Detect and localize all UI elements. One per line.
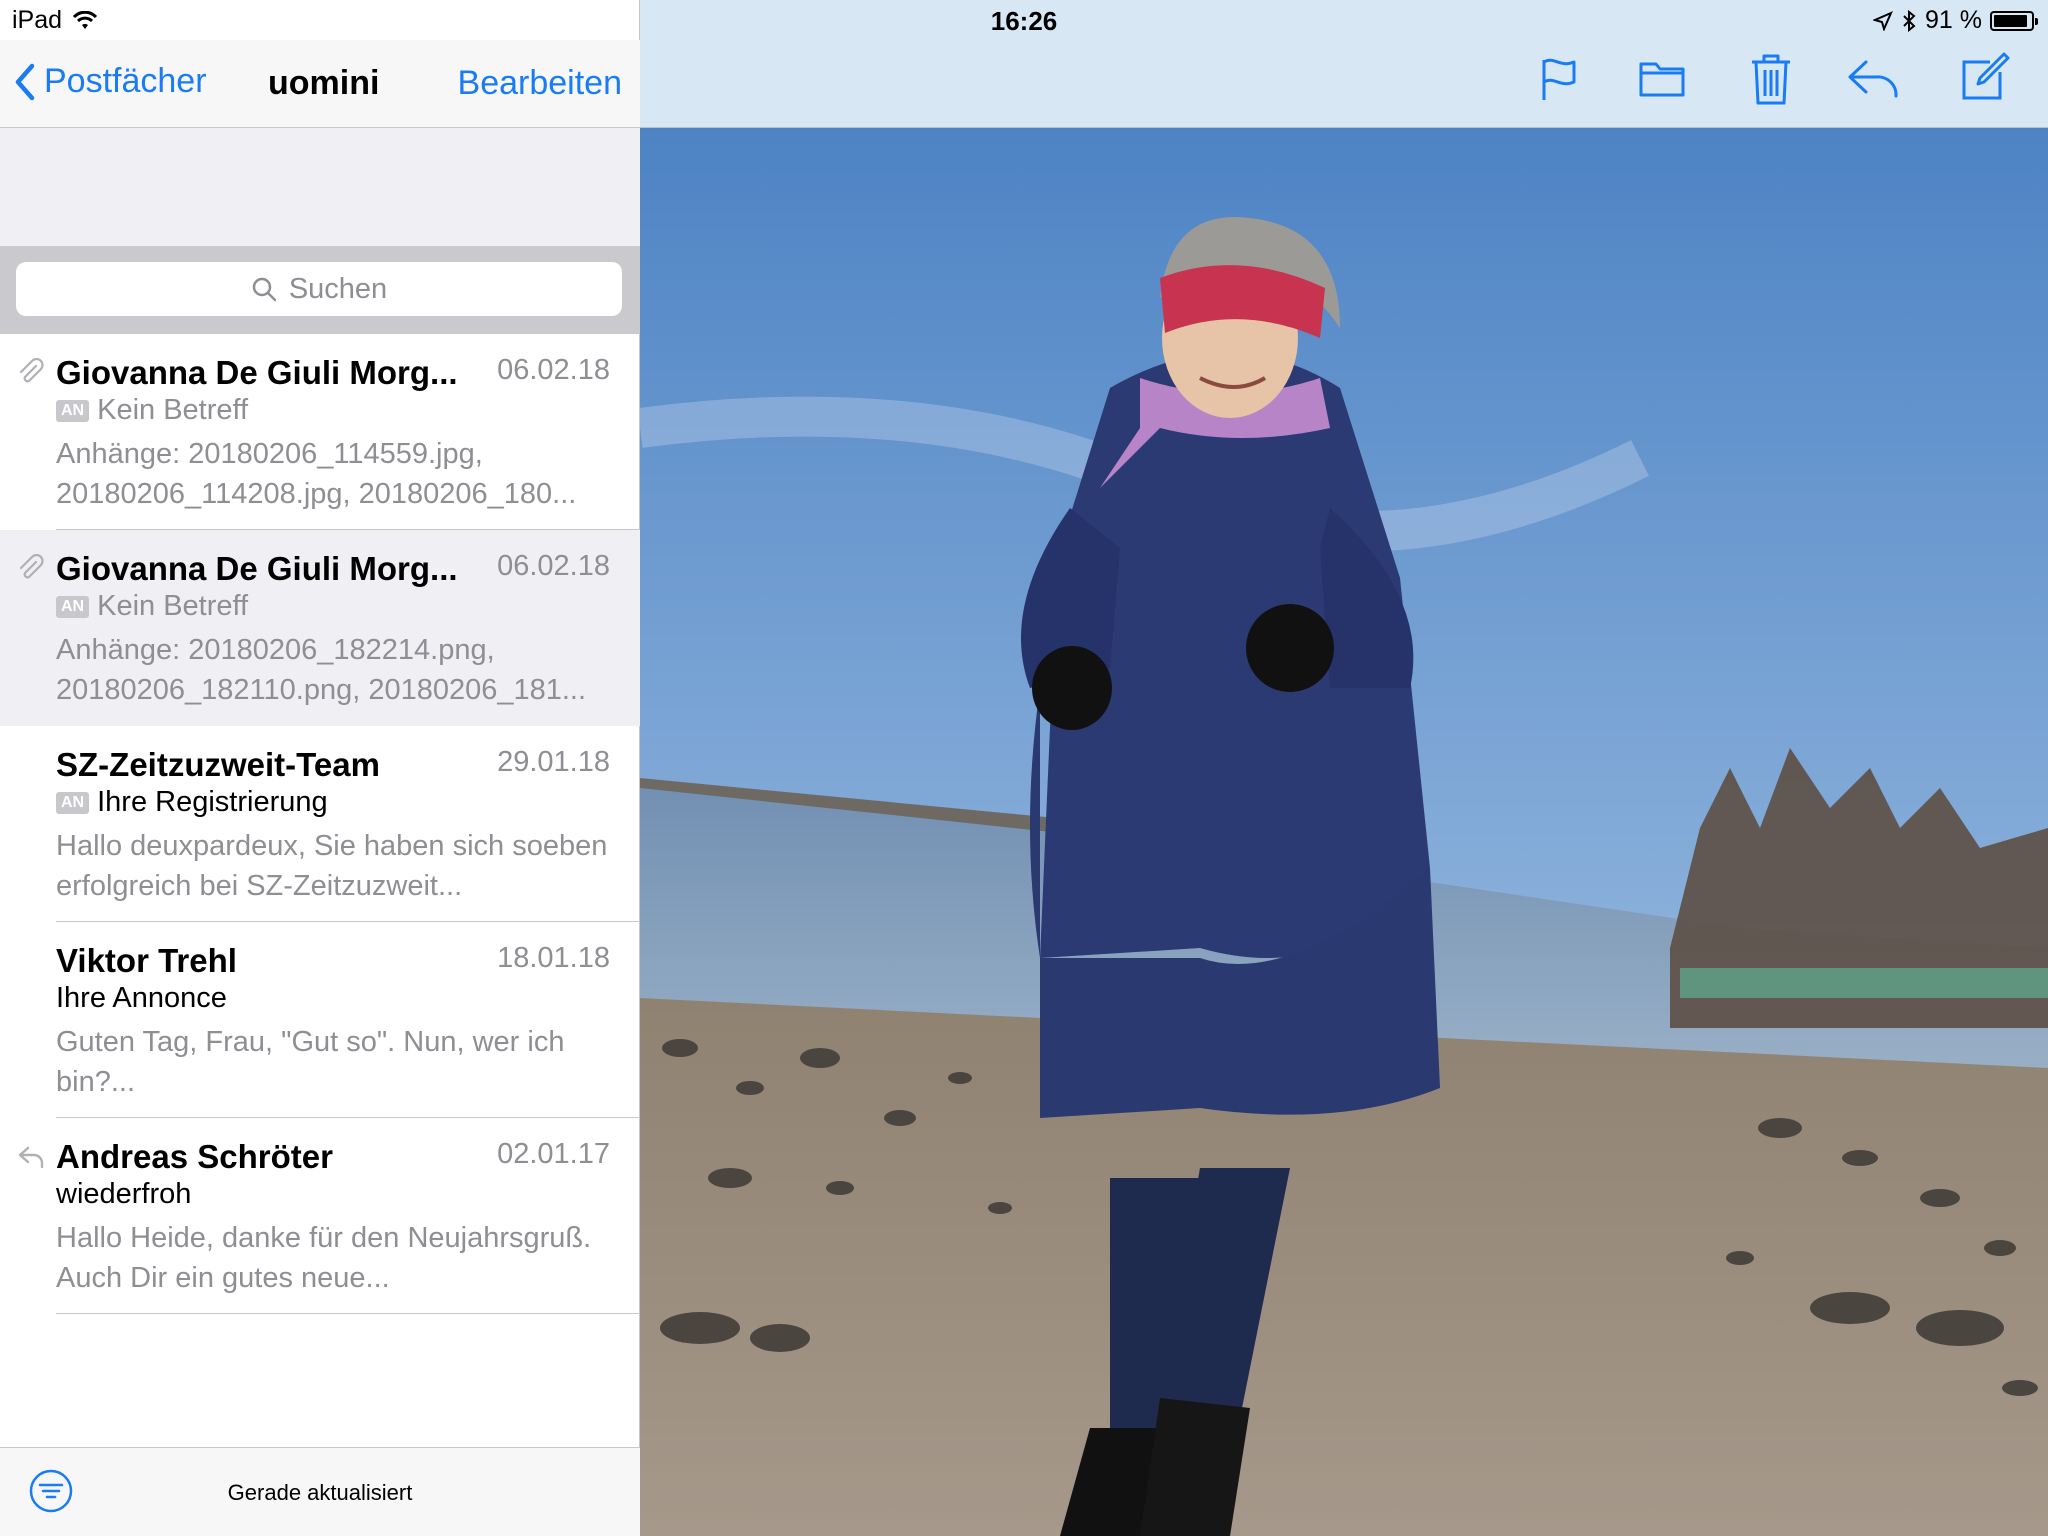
update-status: Gerade aktualisiert bbox=[227, 1480, 413, 1505]
mailbox-bottom-toolbar: Gerade aktualisiert bbox=[0, 1447, 640, 1536]
row-divider bbox=[56, 1313, 640, 1314]
message-subject: Kein Betreff bbox=[97, 394, 249, 426]
message-sender: Giovanna De Giuli Morg... bbox=[56, 354, 458, 391]
message-subject: Ihre Annonce bbox=[56, 982, 227, 1014]
message-preview: Anhänge: 20180206_114559.jpg, 20180206_1… bbox=[56, 438, 577, 510]
message-row[interactable]: Viktor Trehl 18.01.18 Ihre Annonce Guten… bbox=[0, 922, 640, 1118]
message-preview: Anhänge: 20180206_182214.png, 20180206_1… bbox=[56, 634, 587, 706]
search-bar: Suchen bbox=[0, 246, 640, 334]
beach-photo-illustration bbox=[640, 128, 2048, 1536]
message-subject: wiederfroh bbox=[56, 1178, 192, 1210]
compose-icon[interactable] bbox=[1960, 50, 2012, 102]
location-arrow-icon bbox=[1873, 10, 1893, 31]
message-sender: Andreas Schröter bbox=[56, 1138, 333, 1175]
recipient-badge: AN bbox=[56, 791, 90, 814]
message-date: 29.01.18 bbox=[497, 746, 610, 778]
battery-icon bbox=[1990, 10, 2038, 31]
paperclip-icon bbox=[16, 553, 46, 589]
search-icon bbox=[252, 277, 277, 302]
back-button[interactable]: Postfächer bbox=[14, 62, 207, 101]
folder-icon[interactable] bbox=[1638, 56, 1686, 98]
message-sender: Giovanna De Giuli Morg... bbox=[56, 550, 458, 587]
trash-icon[interactable] bbox=[1750, 52, 1792, 106]
message-row[interactable]: Giovanna De Giuli Morg... 06.02.18 AN Ke… bbox=[0, 334, 640, 530]
recipient-badge: AN bbox=[56, 399, 90, 422]
message-list: Giovanna De Giuli Morg... 06.02.18 AN Ke… bbox=[0, 334, 640, 1314]
edit-button[interactable]: Bearbeiten bbox=[458, 64, 622, 103]
message-date: 06.02.18 bbox=[497, 550, 610, 582]
search-input[interactable]: Suchen bbox=[16, 262, 622, 316]
pull-area bbox=[0, 128, 640, 246]
search-placeholder: Suchen bbox=[288, 272, 388, 305]
message-date: 18.01.18 bbox=[497, 942, 610, 974]
flag-icon[interactable] bbox=[1538, 56, 1580, 102]
paperclip-icon bbox=[16, 357, 46, 393]
mailbox-nav-bar: Postfächer uomini Bearbeiten bbox=[0, 40, 640, 128]
recipient-badge: AN bbox=[56, 595, 90, 618]
message-row[interactable]: SZ-Zeitzuzweit-Team 29.01.18 AN Ihre Reg… bbox=[0, 726, 640, 922]
message-subject: Kein Betreff bbox=[97, 590, 249, 622]
reply-arrow-icon bbox=[16, 1142, 46, 1177]
chevron-left-icon bbox=[15, 63, 35, 100]
status-bar: iPad 16:26 91 % bbox=[0, 0, 2048, 40]
battery-fill bbox=[1994, 14, 2027, 27]
message-date: 06.02.18 bbox=[497, 354, 610, 386]
message-row[interactable]: Andreas Schröter 02.01.17 wiederfroh Hal… bbox=[0, 1118, 640, 1314]
message-subject: Ihre Registrierung bbox=[97, 786, 328, 818]
message-preview: Hallo Heide, danke für den Neujahrsgruß.… bbox=[56, 1222, 592, 1294]
message-date: 02.01.17 bbox=[497, 1138, 610, 1170]
mailbox-title: uomini bbox=[268, 64, 380, 102]
message-preview: Hallo deuxpardeux, Sie haben sich soeben… bbox=[56, 830, 608, 902]
message-sender: Viktor Trehl bbox=[56, 942, 237, 979]
attached-photo[interactable] bbox=[640, 128, 2048, 1536]
back-button-label: Postfächer bbox=[44, 62, 207, 100]
clock: 16:26 bbox=[990, 6, 1058, 36]
bluetooth-icon bbox=[1903, 9, 1916, 32]
reply-icon[interactable] bbox=[1846, 56, 1900, 102]
message-preview: Guten Tag, Frau, "Gut so". Nun, wer ich … bbox=[56, 1026, 565, 1098]
mailbox-pane: Postfächer uomini Bearbeiten Suchen Giov… bbox=[0, 0, 640, 1536]
battery-percent: 91 % bbox=[1925, 6, 1982, 34]
message-sender: SZ-Zeitzuzweit-Team bbox=[56, 746, 380, 783]
message-row-selected[interactable]: Giovanna De Giuli Morg... 06.02.18 AN Ke… bbox=[0, 530, 640, 726]
message-detail-pane bbox=[640, 0, 2048, 1536]
